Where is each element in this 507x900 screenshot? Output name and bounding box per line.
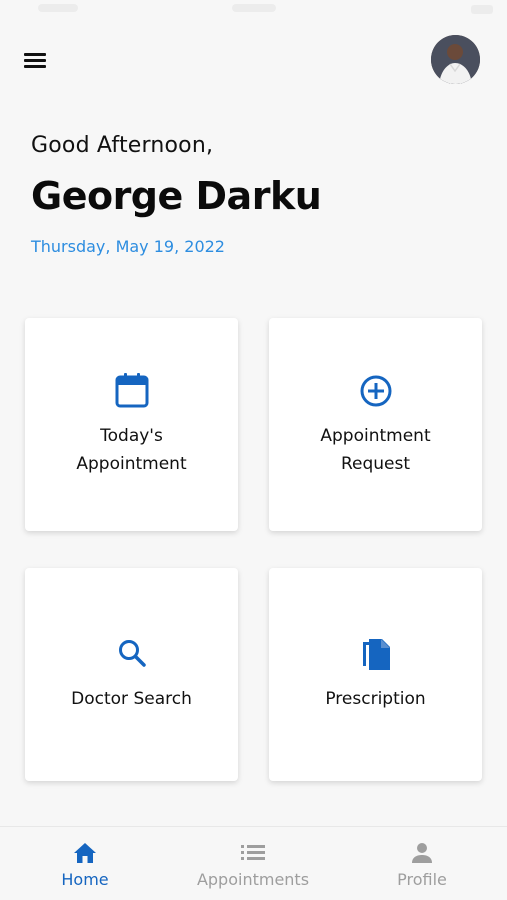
nav-item-home[interactable]: Home [35, 827, 135, 900]
appointment-request-card[interactable]: Appointment Request [269, 318, 482, 531]
card-label: Today's Appointment [76, 426, 187, 474]
status-notch [232, 4, 276, 12]
search-icon [118, 640, 146, 667]
home-screen: Good Afternoon, George Darku Thursday, M… [0, 0, 507, 900]
document-icon [362, 639, 390, 670]
todays-appointment-card[interactable]: Today's Appointment [25, 318, 238, 531]
nav-label-appointments: Appointments [196, 870, 310, 889]
nav-label-profile: Profile [397, 870, 447, 889]
card-label: Doctor Search [71, 689, 192, 709]
plus-circle-icon [360, 375, 391, 407]
nav-item-appointments[interactable]: Appointments [188, 827, 318, 900]
card-label: Prescription [325, 689, 426, 709]
person-icon [412, 843, 432, 863]
status-bar [0, 0, 507, 22]
card-label: Appointment Request [320, 426, 431, 474]
status-time [38, 4, 78, 12]
doctor-search-card[interactable]: Doctor Search [25, 568, 238, 781]
calendar-icon [115, 373, 148, 408]
home-icon [74, 843, 96, 863]
greeting-text: Good Afternoon, [31, 133, 214, 158]
list-icon [241, 845, 265, 860]
nav-label-home: Home [61, 870, 109, 889]
battery-icon [471, 5, 493, 14]
prescription-card[interactable]: Prescription [269, 568, 482, 781]
hamburger-icon [24, 53, 46, 56]
bottom-navigation: Home Appointments Profile [0, 826, 507, 900]
user-name: George Darku [31, 174, 322, 218]
nav-item-profile[interactable]: Profile [382, 827, 462, 900]
current-date: Thursday, May 19, 2022 [31, 237, 225, 256]
avatar-image [431, 35, 480, 84]
menu-button[interactable] [22, 49, 48, 71]
avatar[interactable] [431, 35, 480, 84]
